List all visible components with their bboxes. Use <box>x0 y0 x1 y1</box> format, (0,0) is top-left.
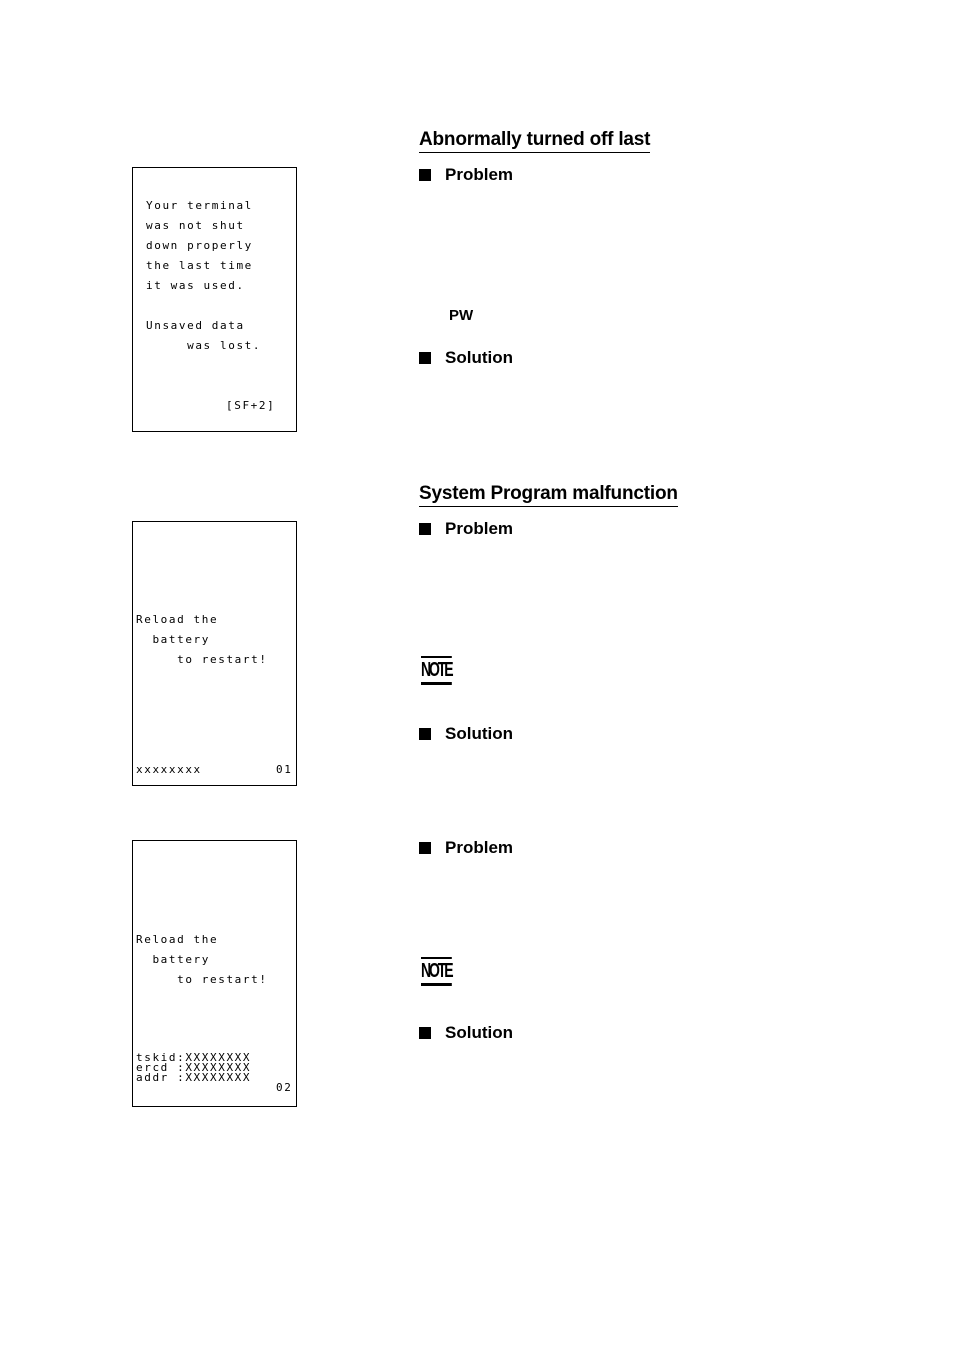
bullet-square-icon <box>419 1027 431 1039</box>
problem-label-text: Problem <box>445 519 514 538</box>
bullet-square-icon <box>419 842 431 854</box>
solution-label: Solution <box>419 724 513 744</box>
screen-line: down properly <box>146 239 253 252</box>
bullet-square-icon <box>419 352 431 364</box>
screen-diag-line: addr :XXXXXXXX <box>136 1071 252 1084</box>
problem-label: Problem <box>419 165 513 185</box>
screen-line: battery <box>136 953 211 966</box>
problem-label: Problem <box>419 838 513 858</box>
terminal-screen-shutdown-message: Your terminal was not shut down properly… <box>132 167 297 432</box>
screen-line: it was used. <box>146 279 245 292</box>
screen-line: battery <box>136 633 211 646</box>
solution-label: Solution <box>419 1023 513 1043</box>
screen-line: the last time <box>146 259 253 272</box>
screen-line: to restart! <box>136 973 268 986</box>
section-heading-system-program: System Program malfunction <box>419 483 678 507</box>
problem-label-text: Problem <box>445 838 514 857</box>
terminal-screen-reload-02: Reload the battery to restart! tskid:XXX… <box>132 840 297 1107</box>
problem-label: Problem <box>419 519 513 539</box>
pw-key-label: PW <box>449 307 474 324</box>
screen-line: was lost. <box>146 339 262 352</box>
note-icon: NOTE <box>421 957 454 986</box>
solution-label-text: Solution <box>445 348 513 367</box>
solution-label-text: Solution <box>445 1023 513 1042</box>
note-icon: NOTE <box>421 656 454 685</box>
solution-label: Solution <box>419 348 513 368</box>
solution-label-text: Solution <box>445 724 513 743</box>
screen-key-hint: [SF+2] <box>226 399 276 412</box>
screen-line: Reload the <box>136 613 219 626</box>
screen-line: Reload the <box>136 933 219 946</box>
screen-line: Unsaved data <box>146 319 245 332</box>
screen-line: to restart! <box>136 653 268 666</box>
bullet-square-icon <box>419 523 431 535</box>
screen-error-number: 02 <box>276 1081 293 1094</box>
terminal-screen-reload-01: Reload the battery to restart! xxxxxxxx … <box>132 521 297 786</box>
bullet-square-icon <box>419 169 431 181</box>
screen-line: Your terminal <box>146 199 253 212</box>
section-heading-abnormal-off: Abnormally turned off last <box>419 129 650 153</box>
screen-footer-code: xxxxxxxx <box>136 763 202 776</box>
bullet-square-icon <box>419 728 431 740</box>
problem-label-text: Problem <box>445 165 514 184</box>
screen-line: was not shut <box>146 219 245 232</box>
screen-error-number: 01 <box>276 763 293 776</box>
